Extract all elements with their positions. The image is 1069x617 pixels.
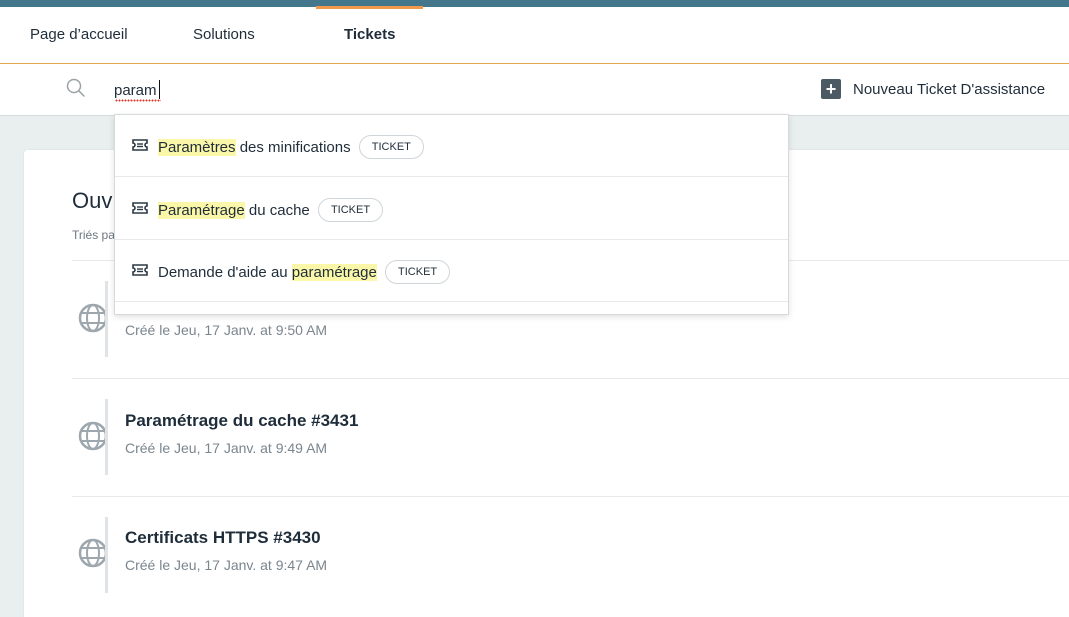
row-indicator [105,399,108,475]
globe-icon [78,303,108,333]
search-bar: + Nouveau Ticket D'assistance [0,64,1069,116]
ticket-date: Créé le Jeu, 17 Janv. at 9:49 AM [125,440,328,456]
text-caret [159,80,160,99]
ticket-badge: TICKET [317,198,384,222]
suggestion-text: Demande d'aide au paramétrage TICKET [158,260,451,285]
top-accent-bar [0,0,1069,7]
suggestion-text: Paramétrage du cache TICKET [158,198,384,223]
ticket-title[interactable]: Paramétrage du cache #3431 [125,411,358,431]
new-ticket-label: Nouveau Ticket D'assistance [853,80,1046,98]
ticket-title[interactable]: Certificats HTTPS #3430 [125,528,321,548]
new-ticket-button[interactable]: + Nouveau Ticket D'assistance [821,78,1045,100]
search-match-highlight: Paramètres [158,138,236,156]
section-title: Ouv [72,188,113,213]
globe-icon [78,538,108,568]
search-suggestions: Paramètres des minifications TICKET Para… [114,114,789,315]
globe-icon [78,421,108,451]
suggestion-item[interactable]: Paramètres des minifications TICKET [115,115,788,177]
ticket-date: Créé le Jeu, 17 Janv. at 9:47 AM [125,557,328,573]
search-input[interactable] [114,78,614,102]
suggestion-item[interactable]: Paramétrage du cache TICKET [115,178,788,240]
search-icon[interactable] [66,78,86,98]
ticket-badge: TICKET [385,260,451,284]
tab-tickets[interactable]: Tickets [315,6,425,63]
suggestion-text: Paramètres des minifications TICKET [158,135,424,160]
search-match-highlight: Paramétrage [158,201,245,219]
table-row[interactable]: Paramétrage du cache #3431 Créé le Jeu, … [72,378,1069,496]
ticket-date: Créé le Jeu, 17 Janv. at 9:50 AM [125,322,328,338]
main-nav: Page d’accueil Solutions Tickets [0,6,1069,64]
ticket-icon [132,264,148,276]
tab-home[interactable]: Page d’accueil [30,7,128,63]
ticket-icon [132,202,148,214]
table-row[interactable]: Certificats HTTPS #3430 Créé le Jeu, 17 … [72,496,1069,614]
search-match-highlight: paramétrage [291,263,377,281]
row-indicator [105,517,108,593]
ticket-icon [132,139,148,151]
sort-label: Triés pa [72,228,115,242]
plus-icon: + [821,79,841,99]
spellcheck-underline [115,99,161,102]
tab-solutions[interactable]: Solutions [193,7,255,63]
row-indicator [105,281,108,357]
ticket-badge: TICKET [358,135,424,159]
suggestion-item[interactable]: Demande d'aide au paramétrage TICKET [115,240,788,302]
